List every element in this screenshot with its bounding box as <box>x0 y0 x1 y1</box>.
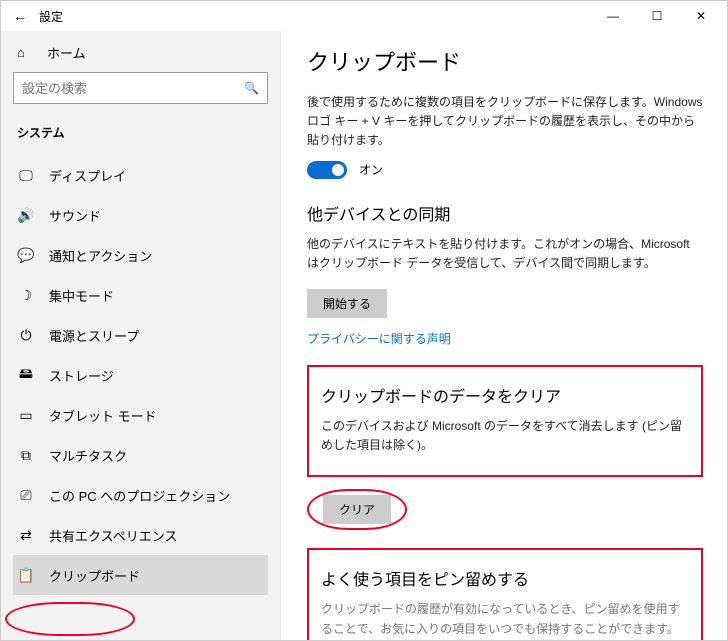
toggle-label: オン <box>359 161 383 178</box>
storage-icon: 🖴 <box>17 363 35 387</box>
sidebar-item-shared[interactable]: ⇄ 共有エクスペリエンス <box>13 515 268 555</box>
sidebar-home[interactable]: ⌂ ホーム <box>13 31 268 72</box>
sidebar-item-label: ディスプレイ <box>49 166 126 185</box>
search-input-wrap[interactable]: 🔍 <box>13 72 268 104</box>
power-icon: ⏻ <box>17 327 35 344</box>
sidebar-item-label: 集中モード <box>49 286 114 305</box>
sidebar-item-tablet[interactable]: ▭ タブレット モード <box>13 395 268 435</box>
sidebar-item-label: この PC へのプロジェクション <box>49 486 230 505</box>
window-title: 設定 <box>35 8 63 25</box>
sidebar-section-label: システム <box>13 118 268 155</box>
display-icon: 🖵 <box>17 167 35 184</box>
sync-desc: 他のデバイスにテキストを貼り付けます。これがオンの場合、Microsoft はク… <box>307 235 703 273</box>
sidebar-item-label: サウンド <box>49 206 101 225</box>
sidebar-item-label: 共有エクスペリエンス <box>49 526 177 545</box>
annotation-box-pin: よく使う項目をピン留めする クリップボードの履歴が有効になっているとき、ピン留め… <box>307 548 703 640</box>
sidebar-item-display[interactable]: 🖵 ディスプレイ <box>13 155 268 195</box>
multitask-icon: ⧉ <box>17 447 35 464</box>
pin-desc: クリップボードの履歴が有効になっているとき、ピン留めを使用することで、お気に入り… <box>321 600 689 640</box>
sidebar-item-label: クリップボード <box>49 566 140 585</box>
notification-icon: 💬 <box>17 247 35 264</box>
sidebar-item-label: 電源とスリープ <box>49 326 139 345</box>
sidebar-item-notifications[interactable]: 💬 通知とアクション <box>13 235 268 275</box>
annotation-box-clear: クリップボードのデータをクリア このデバイスおよび Microsoft のデータ… <box>307 365 703 477</box>
history-toggle[interactable] <box>307 161 347 179</box>
sound-icon: 🔊 <box>17 207 35 224</box>
clear-button[interactable]: クリア <box>323 495 391 524</box>
sidebar-item-label: 通知とアクション <box>49 246 152 265</box>
intro-text: 後で使用するために複数の項目をクリップボードに保存します。Windows ロゴ … <box>307 93 703 151</box>
sidebar-item-power[interactable]: ⏻ 電源とスリープ <box>13 315 268 355</box>
clear-section-title: クリップボードのデータをクリア <box>321 383 689 407</box>
back-button[interactable]: ← <box>5 8 35 24</box>
clear-desc: このデバイスおよび Microsoft のデータをすべて消去します (ピン留めし… <box>321 417 689 455</box>
annotation-circle-clear: クリア <box>307 489 407 530</box>
sidebar-item-focus[interactable]: ☽ 集中モード <box>13 275 268 315</box>
pin-section-title: よく使う項目をピン留めする <box>321 566 689 590</box>
focus-icon: ☽ <box>17 287 35 304</box>
tablet-icon: ▭ <box>17 407 35 424</box>
sidebar-item-storage[interactable]: 🖴 ストレージ <box>13 355 268 395</box>
sidebar-item-label: マルチタスク <box>49 446 127 465</box>
close-button[interactable]: ✕ <box>679 1 723 31</box>
sidebar-item-clipboard[interactable]: 📋 クリップボード <box>13 555 268 595</box>
sidebar-item-multitask[interactable]: ⧉ マルチタスク <box>13 435 268 475</box>
sidebar: ⌂ ホーム 🔍 システム 🖵 ディスプレイ 🔊 サウンド 💬 通知とアクション <box>1 31 281 640</box>
privacy-link[interactable]: プライバシーに関する声明 <box>307 330 451 347</box>
sidebar-item-label: ストレージ <box>49 366 114 385</box>
projection-icon: ⎚ <box>17 487 35 504</box>
sidebar-item-sound[interactable]: 🔊 サウンド <box>13 195 268 235</box>
search-input[interactable] <box>22 81 244 96</box>
page-title: クリップボード <box>307 45 703 77</box>
sidebar-item-projection[interactable]: ⎚ この PC へのプロジェクション <box>13 475 268 515</box>
annotation-circle-sidebar <box>5 602 135 636</box>
sidebar-home-label: ホーム <box>47 43 86 62</box>
minimize-button[interactable]: — <box>591 1 635 31</box>
search-icon: 🔍 <box>244 81 259 95</box>
home-icon: ⌂ <box>17 45 33 60</box>
content-pane: クリップボード 後で使用するために複数の項目をクリップボードに保存します。Win… <box>281 31 727 640</box>
clipboard-icon: 📋 <box>17 567 35 584</box>
sidebar-item-label: タブレット モード <box>49 406 157 425</box>
sync-section-title: 他デバイスとの同期 <box>307 201 703 225</box>
maximize-button[interactable]: ☐ <box>635 1 679 31</box>
share-icon: ⇄ <box>17 527 35 544</box>
start-button[interactable]: 開始する <box>307 289 387 318</box>
